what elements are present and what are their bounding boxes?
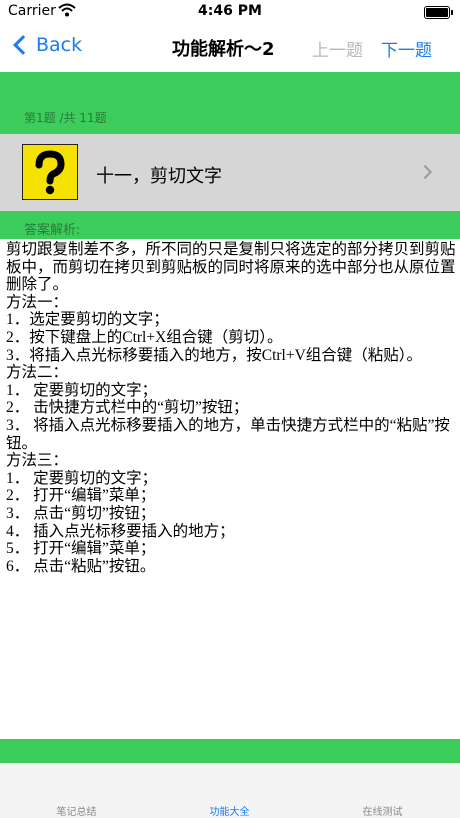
next-question-button[interactable]: 下一题 [381, 36, 432, 61]
answer-line: 3． 点击“剪切”按钮； [6, 504, 156, 522]
chevron-left-icon [13, 35, 33, 55]
answer-line: 3．将插入点光标移要插入的地方，按Ctrl+V组合键（粘贴）。 [6, 346, 423, 364]
status-bar: Carrier 4:46 PM [0, 0, 460, 24]
answer-line: 方法二： [6, 364, 69, 382]
answer-line: 4． 插入点光标移要插入的地方； [6, 522, 235, 540]
answer-line: 1． 定要剪切的文字； [6, 381, 158, 399]
chevron-right-icon [417, 164, 433, 180]
navigation-bar: Back 功能解析～2 上一题 下一题 [0, 24, 460, 72]
back-label: Back [36, 34, 83, 56]
tab-online-test[interactable]: 在线测试 [306, 803, 459, 818]
tab-notes[interactable]: 笔记总结 [0, 803, 153, 818]
question-row[interactable]: 十一，剪切文字 [0, 134, 460, 211]
answer-line: 6． 点击“粘贴”按钮。 [6, 557, 156, 575]
question-mark-icon [22, 144, 78, 200]
tab-features[interactable]: 功能大全 [153, 803, 306, 818]
footer-band [0, 739, 460, 763]
answer-line: 2． 击快捷方式栏中的“剪切”按钮； [6, 399, 249, 417]
answer-line: 方法一： [6, 293, 69, 311]
question-counter: 第1题 /共 11题 [24, 111, 107, 125]
back-button[interactable]: Back [10, 34, 82, 56]
answer-line: 1． 定要剪切的文字； [6, 469, 158, 487]
answer-line: 方法三： [6, 452, 69, 470]
question-title: 十一，剪切文字 [96, 166, 222, 187]
previous-question-button[interactable]: 上一题 [312, 36, 363, 61]
tab-bar: 笔记总结 功能大全 在线测试 [0, 763, 460, 818]
answer-line: 1．选定要剪切的文字； [6, 311, 169, 329]
answer-line: 2．按下键盘上的Ctrl+X组合键（剪切）。 [6, 328, 283, 346]
answer-text: 剪切跟复制差不多，所不同的只是复制只将选定的部分拷贝到剪贴板中，而剪切在拷贝到剪… [6, 241, 456, 575]
page-title: 功能解析～2 [172, 39, 275, 60]
answer-label: 答案解析: [24, 223, 81, 238]
battery-icon [424, 6, 453, 19]
answer-line: 3． 将插入点光标移要插入的地方，单击快捷方式栏中的“粘贴”按钮。 [6, 416, 450, 452]
answer-line: 剪切跟复制差不多，所不同的只是复制只将选定的部分拷贝到剪贴板中，而剪切在拷贝到剪… [6, 241, 456, 294]
answer-line: 5． 打开“编辑”菜单； [6, 540, 156, 558]
status-time: 4:46 PM [198, 3, 262, 19]
answer-line: 2． 打开“编辑”菜单； [6, 487, 156, 505]
